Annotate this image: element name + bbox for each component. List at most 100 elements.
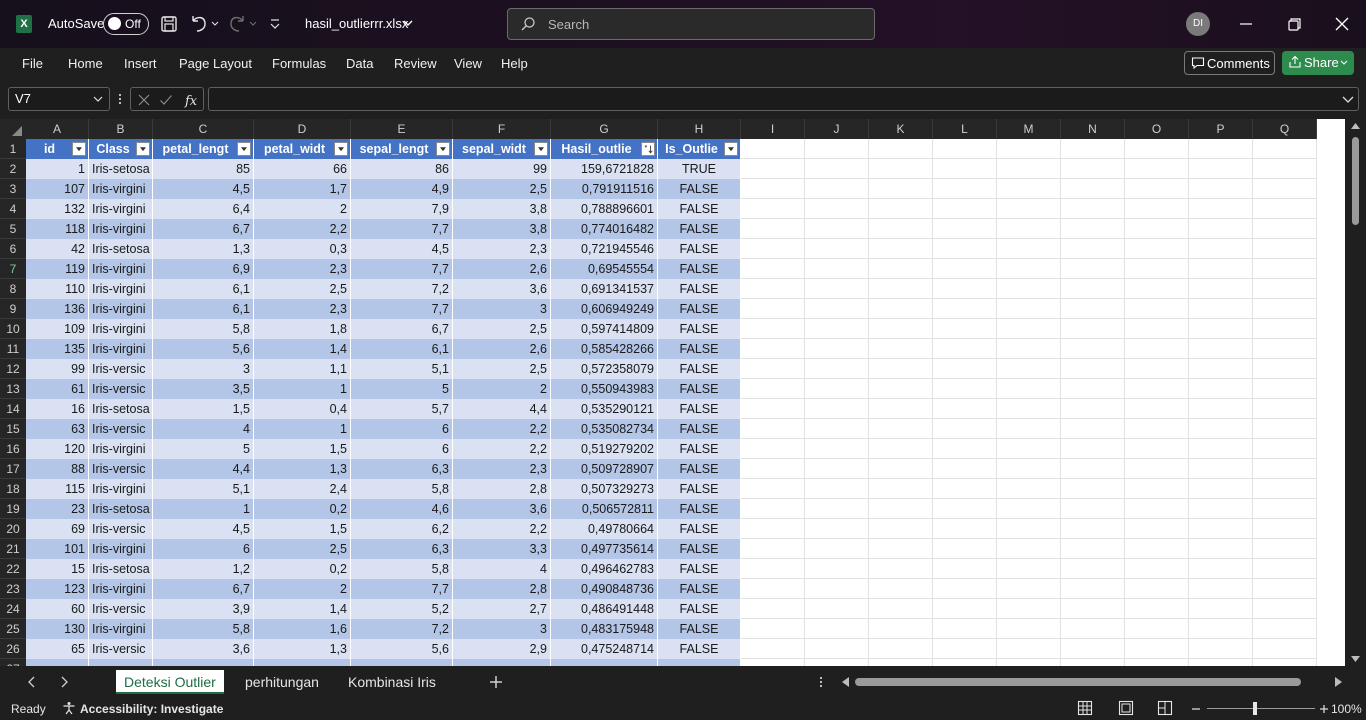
- empty-cell[interactable]: [997, 479, 1061, 499]
- table-cell[interactable]: 0,486491448: [551, 599, 658, 619]
- table-cell[interactable]: 6,9: [153, 259, 254, 279]
- empty-cell[interactable]: [869, 239, 933, 259]
- tab-perhitungan[interactable]: perhitungan: [245, 670, 319, 694]
- table-cell[interactable]: TRUE: [658, 159, 741, 179]
- empty-cell[interactable]: [1061, 339, 1125, 359]
- table-cell[interactable]: 7,2: [351, 619, 453, 639]
- undo-icon[interactable]: [189, 12, 219, 36]
- table-cell[interactable]: 109: [26, 319, 89, 339]
- empty-cell[interactable]: [869, 559, 933, 579]
- table-cell[interactable]: 1,1: [254, 359, 351, 379]
- table-cell[interactable]: 5,8: [351, 559, 453, 579]
- table-cell[interactable]: 1,4: [254, 599, 351, 619]
- table-cell[interactable]: 1: [254, 379, 351, 399]
- table-cell[interactable]: 66: [254, 159, 351, 179]
- table-cell[interactable]: 2,6: [453, 339, 551, 359]
- table-cell[interactable]: 6,7: [153, 579, 254, 599]
- row-header[interactable]: 5: [0, 219, 26, 239]
- empty-cell[interactable]: [869, 419, 933, 439]
- table-cell[interactable]: 16: [26, 399, 89, 419]
- zoom-in-icon[interactable]: [1319, 704, 1329, 714]
- empty-cell[interactable]: [805, 339, 869, 359]
- empty-cell[interactable]: [933, 339, 997, 359]
- empty-cell[interactable]: [869, 219, 933, 239]
- empty-cell[interactable]: [869, 139, 933, 159]
- empty-cell[interactable]: [933, 559, 997, 579]
- table-cell[interactable]: 136: [26, 299, 89, 319]
- empty-cell[interactable]: [1061, 619, 1125, 639]
- table-cell[interactable]: FALSE: [658, 499, 741, 519]
- empty-cell[interactable]: [741, 239, 805, 259]
- empty-cell[interactable]: [1189, 659, 1253, 666]
- column-header-p[interactable]: P: [1189, 119, 1253, 139]
- table-cell[interactable]: Iris-virgini: [89, 539, 153, 559]
- table-cell[interactable]: 0,572358079: [551, 359, 658, 379]
- table-cell[interactable]: FALSE: [658, 299, 741, 319]
- empty-cell[interactable]: [1061, 239, 1125, 259]
- empty-cell[interactable]: [1189, 259, 1253, 279]
- row-header[interactable]: 3: [0, 179, 26, 199]
- empty-cell[interactable]: [805, 479, 869, 499]
- empty-cell[interactable]: [997, 339, 1061, 359]
- table-cell[interactable]: 6,1: [153, 299, 254, 319]
- table-cell[interactable]: FALSE: [658, 379, 741, 399]
- empty-cell[interactable]: [1253, 359, 1317, 379]
- empty-cell[interactable]: [933, 159, 997, 179]
- empty-cell[interactable]: [997, 139, 1061, 159]
- table-cell[interactable]: 3,9: [153, 599, 254, 619]
- empty-cell[interactable]: [933, 279, 997, 299]
- table-cell[interactable]: 6,2: [351, 519, 453, 539]
- empty-cell[interactable]: [1061, 259, 1125, 279]
- empty-cell[interactable]: [933, 619, 997, 639]
- table-cell[interactable]: 69: [26, 519, 89, 539]
- table-cell[interactable]: 101: [26, 539, 89, 559]
- empty-cell[interactable]: [1125, 179, 1189, 199]
- empty-cell[interactable]: [1189, 439, 1253, 459]
- empty-cell[interactable]: [741, 539, 805, 559]
- table-cell[interactable]: 0,483175948: [551, 619, 658, 639]
- table-cell[interactable]: FALSE: [658, 319, 741, 339]
- empty-cell[interactable]: [1125, 259, 1189, 279]
- empty-cell[interactable]: [997, 279, 1061, 299]
- table-cell[interactable]: 0,791911516: [551, 179, 658, 199]
- table-cell[interactable]: 0,69545554: [551, 259, 658, 279]
- table-cell[interactable]: 0,519279202: [551, 439, 658, 459]
- empty-cell[interactable]: [741, 459, 805, 479]
- empty-cell[interactable]: [741, 419, 805, 439]
- table-cell[interactable]: 1,3: [254, 639, 351, 659]
- empty-cell[interactable]: [1189, 359, 1253, 379]
- table-cell[interactable]: FALSE: [658, 639, 741, 659]
- empty-cell[interactable]: [805, 599, 869, 619]
- zoom-level[interactable]: 100%: [1331, 702, 1362, 716]
- empty-cell[interactable]: [805, 359, 869, 379]
- empty-cell[interactable]: [1253, 599, 1317, 619]
- table-cell[interactable]: 85: [153, 159, 254, 179]
- column-header-o[interactable]: O: [1125, 119, 1189, 139]
- table-cell[interactable]: 2: [453, 379, 551, 399]
- table-cell[interactable]: 5,2: [351, 599, 453, 619]
- table-cell[interactable]: 7,7: [351, 579, 453, 599]
- table-cell[interactable]: 6: [351, 439, 453, 459]
- column-header-m[interactable]: M: [997, 119, 1061, 139]
- table-cell[interactable]: FALSE: [658, 459, 741, 479]
- table-cell[interactable]: 3,5: [153, 379, 254, 399]
- horizontal-scroll-thumb[interactable]: [855, 678, 1301, 686]
- zoom-slider-thumb[interactable]: [1253, 702, 1257, 715]
- empty-cell[interactable]: [1061, 519, 1125, 539]
- table-cell[interactable]: FALSE: [658, 599, 741, 619]
- filter-dropdown-icon[interactable]: [436, 142, 450, 156]
- table-cell[interactable]: 61: [26, 379, 89, 399]
- empty-cell[interactable]: [1253, 259, 1317, 279]
- empty-cell[interactable]: [805, 539, 869, 559]
- empty-cell[interactable]: [997, 619, 1061, 639]
- empty-cell[interactable]: [869, 399, 933, 419]
- table-cell[interactable]: 2,2: [453, 519, 551, 539]
- table-cell[interactable]: 1,8: [254, 319, 351, 339]
- empty-cell[interactable]: [1061, 279, 1125, 299]
- table-cell[interactable]: 1,4: [254, 339, 351, 359]
- empty-cell[interactable]: [933, 359, 997, 379]
- empty-cell[interactable]: [741, 359, 805, 379]
- empty-cell[interactable]: [997, 179, 1061, 199]
- table-cell[interactable]: 123: [26, 579, 89, 599]
- filter-dropdown-icon[interactable]: [724, 142, 738, 156]
